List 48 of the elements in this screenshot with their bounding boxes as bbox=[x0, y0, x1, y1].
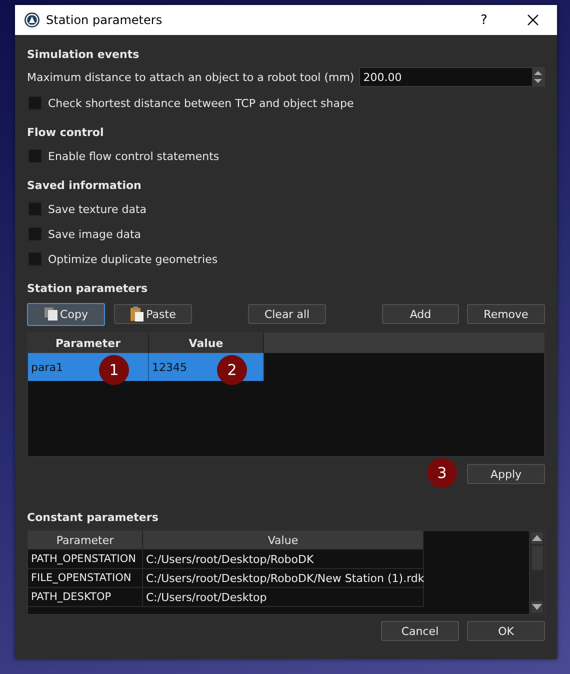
button[interactable]: OK bbox=[467, 621, 545, 641]
button[interactable]: Remove bbox=[467, 304, 545, 324]
callout-badge: 2 bbox=[217, 355, 247, 385]
section-heading: Station parameters bbox=[27, 281, 149, 297]
column-header[interactable]: Parameter bbox=[28, 531, 143, 550]
copy-button[interactable]: Copy bbox=[27, 302, 105, 326]
column-header[interactable]: Value bbox=[143, 531, 424, 550]
button[interactable]: Clear all bbox=[248, 304, 326, 324]
section-heading: Flow control bbox=[27, 125, 105, 141]
table-cell: FILE_OPENSTATION bbox=[28, 569, 143, 588]
close-icon[interactable] bbox=[527, 14, 539, 26]
section-heading: Simulation events bbox=[27, 47, 140, 63]
window-title: Station parameters bbox=[46, 13, 164, 27]
apply-button[interactable]: Apply bbox=[467, 464, 545, 484]
checkbox-label: Save texture data bbox=[48, 202, 147, 216]
scroll-down-icon[interactable] bbox=[531, 601, 543, 613]
number-field[interactable]: 200.00 bbox=[359, 67, 545, 87]
table-cell: C:/Users/root/Desktop/RoboDK bbox=[143, 550, 424, 569]
checkbox-label: Save image data bbox=[48, 228, 142, 240]
table-cell: C:/Users/root/Desktop/RoboDK/New Station (1).rdk bbox=[143, 569, 424, 588]
checkbox-label: Check shortest distance between TCP and object shape bbox=[48, 96, 354, 110]
scroll-up-icon[interactable] bbox=[531, 532, 543, 544]
help-button[interactable]: ? bbox=[477, 12, 491, 28]
app-logo-icon bbox=[24, 12, 40, 28]
column-header[interactable]: Value bbox=[149, 333, 264, 353]
callout-badge: 1 bbox=[99, 355, 129, 385]
checkbox[interactable] bbox=[28, 252, 42, 266]
field-label: Maximum distance to attach an object to a robot tool (mm) bbox=[27, 70, 354, 84]
table-cell: PATH_OPENSTATION bbox=[28, 550, 143, 569]
section-heading: Constant parameters bbox=[27, 510, 160, 526]
spin-arrows-icon[interactable] bbox=[532, 68, 544, 86]
checkbox[interactable] bbox=[28, 96, 42, 110]
checkbox-label: Enable flow control statements bbox=[48, 150, 220, 162]
table-cell: C:/Users/root/Desktop bbox=[143, 588, 424, 607]
button[interactable]: Cancel bbox=[381, 621, 459, 641]
column-header[interactable]: Parameter bbox=[28, 333, 149, 353]
checkbox[interactable] bbox=[28, 149, 42, 163]
checkbox[interactable] bbox=[28, 202, 42, 216]
clipboard-icon bbox=[130, 306, 144, 322]
vertical-scrollbar[interactable] bbox=[529, 531, 544, 614]
checkbox[interactable] bbox=[28, 227, 42, 241]
callout-badge: 3 bbox=[427, 458, 457, 488]
section-heading: Saved information bbox=[27, 178, 142, 194]
copy-icon bbox=[44, 307, 58, 321]
paste-button[interactable]: Paste bbox=[114, 304, 192, 324]
checkbox-label: Optimize duplicate geometries bbox=[48, 252, 218, 266]
button[interactable]: Add bbox=[382, 304, 459, 324]
table-cell: PATH_DESKTOP bbox=[28, 588, 143, 607]
